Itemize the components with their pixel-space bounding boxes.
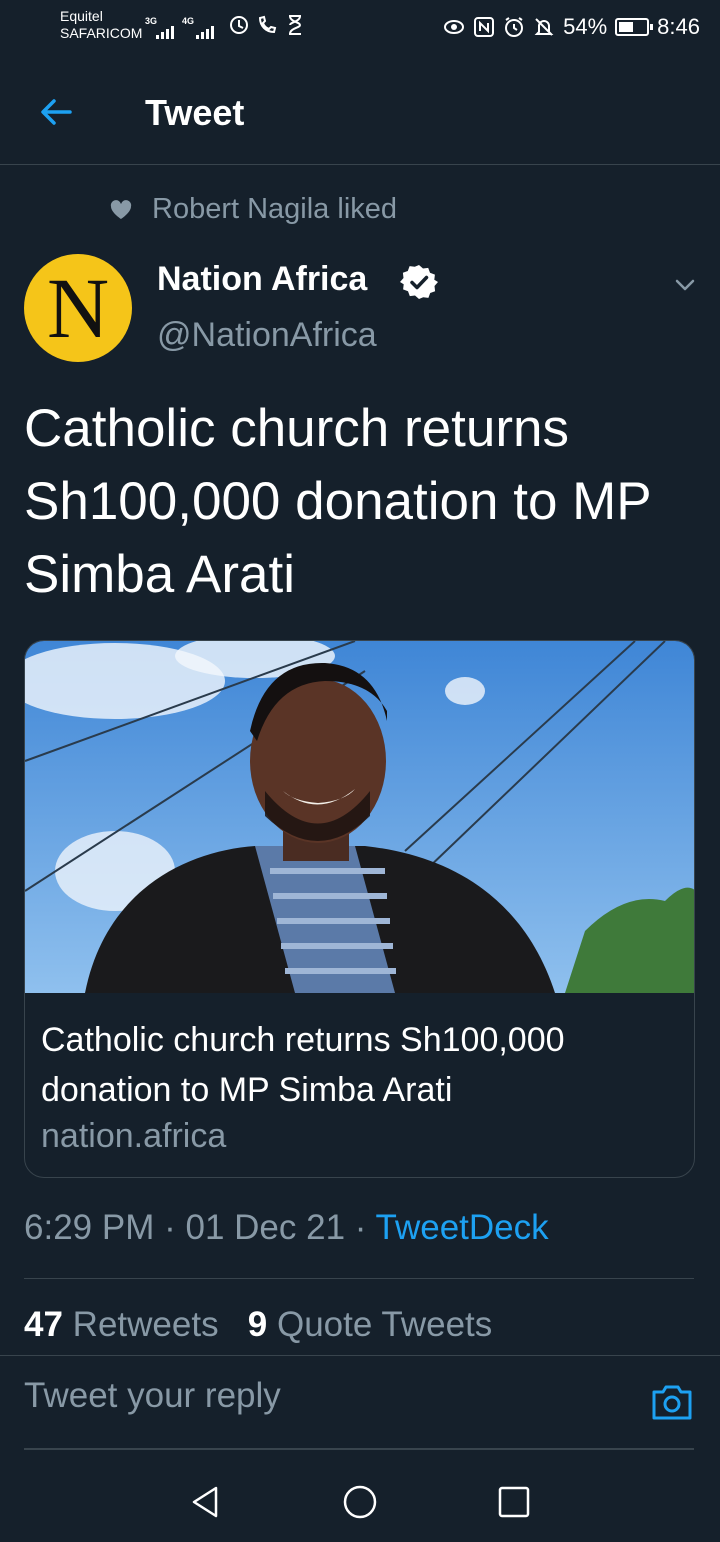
tweet-date: 01 Dec 21 xyxy=(185,1208,346,1247)
signal-icon-2 xyxy=(196,26,214,39)
system-navigation-bar xyxy=(0,1460,720,1542)
retweets-count: 47 xyxy=(24,1305,63,1344)
clock: 8:46 xyxy=(657,14,700,39)
quote-tweets-label: Quote Tweets xyxy=(276,1305,493,1344)
tweet-meta: 6:29 PM · 01 Dec 21 · TweetDeck xyxy=(24,1208,549,1248)
data-saver-icon xyxy=(230,16,248,34)
carrier-name-2: SAFARICOM xyxy=(60,25,143,41)
page-title: Tweet xyxy=(145,92,245,133)
top-app-bar: Tweet xyxy=(0,60,720,165)
hourglass-icon xyxy=(289,15,302,35)
tweet-time: 6:29 PM xyxy=(24,1208,155,1247)
divider xyxy=(24,1278,694,1279)
card-domain: nation.africa xyxy=(41,1117,227,1155)
battery-icon xyxy=(615,18,654,36)
reply-input[interactable]: Tweet your reply xyxy=(24,1376,281,1416)
status-right: 54% 8:46 xyxy=(443,14,700,40)
back-arrow-icon[interactable] xyxy=(36,92,76,132)
author-display-name[interactable]: Nation Africa xyxy=(157,260,367,299)
chevron-down-icon[interactable] xyxy=(672,272,698,298)
nfc-icon xyxy=(474,17,495,37)
status-bar: Equitel SAFARICOM 3G 4G 54% 8:46 xyxy=(0,0,720,56)
nav-back-icon[interactable] xyxy=(188,1484,224,1520)
avatar[interactable]: N xyxy=(24,254,132,362)
card-title: Catholic church returns Sh100,000 donati… xyxy=(41,1021,565,1109)
network-type-2: 4G xyxy=(182,16,195,26)
meta-separator: · xyxy=(164,1208,176,1247)
carrier-info: Equitel SAFARICOM xyxy=(60,8,142,42)
battery-percent: 54% xyxy=(563,14,608,39)
social-context[interactable]: Robert Nagila liked xyxy=(110,193,397,226)
quote-tweets-count: 9 xyxy=(247,1305,268,1344)
eye-comfort-icon xyxy=(444,20,465,34)
link-preview-card[interactable]: Catholic church returns Sh100,000 donati… xyxy=(24,640,695,1178)
tweet-stats: 47 Retweets 9 Quote Tweets xyxy=(24,1305,492,1345)
retweets-label: Retweets xyxy=(72,1305,219,1344)
tweet-source-link[interactable]: TweetDeck xyxy=(376,1208,549,1247)
retweets-stat[interactable]: 47 Retweets xyxy=(24,1305,219,1344)
heart-icon xyxy=(110,199,132,219)
avatar-letter: N xyxy=(46,260,110,356)
reply-bar: Tweet your reply xyxy=(0,1355,720,1450)
camera-icon[interactable] xyxy=(650,1382,694,1422)
tweet-text: Catholic church returns Sh100,000 donati… xyxy=(24,399,651,604)
carrier-name-1: Equitel xyxy=(60,8,103,24)
wifi-calling-icon xyxy=(258,15,277,34)
nav-recents-icon[interactable] xyxy=(496,1484,532,1520)
alarm-icon xyxy=(505,17,524,37)
card-image xyxy=(25,641,694,993)
network-type-1: 3G xyxy=(145,16,158,26)
nav-home-icon[interactable] xyxy=(342,1484,378,1520)
meta-separator-2: · xyxy=(354,1208,367,1247)
quote-tweets-stat[interactable]: 9 Quote Tweets xyxy=(248,1305,493,1344)
social-context-label: Robert Nagila liked xyxy=(152,193,398,225)
mute-icon xyxy=(534,18,554,36)
verified-badge-icon xyxy=(400,265,438,299)
signal-icon xyxy=(156,26,174,39)
reply-underline xyxy=(24,1448,694,1450)
author-handle[interactable]: @NationAfrica xyxy=(157,316,377,355)
